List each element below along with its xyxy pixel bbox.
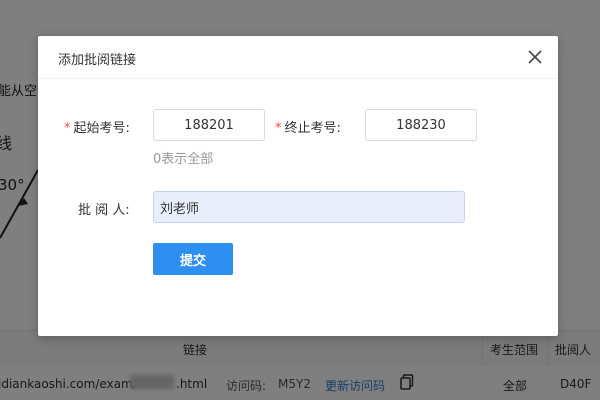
dialog-title: 添加批阅链接 bbox=[58, 53, 137, 68]
add-review-link-dialog: 添加批阅链接 *起始考号: *终止考号: 0表示全部 批 阅 人: 提交 bbox=[38, 36, 558, 336]
required-mark: * bbox=[275, 121, 282, 136]
end-number-label-text: 终止考号: bbox=[284, 121, 341, 136]
dialog-header: 添加批阅链接 bbox=[38, 36, 558, 79]
start-number-label: * 起始考号: bbox=[64, 117, 130, 136]
end-number-input[interactable] bbox=[365, 109, 477, 141]
reviewer-label: 批 阅 人: bbox=[78, 203, 130, 218]
end-number-label: * 终止考号: bbox=[275, 117, 341, 136]
start-number-label-text: 起始考号: bbox=[73, 121, 130, 136]
start-number-input[interactable] bbox=[153, 109, 265, 141]
reviewer-input[interactable] bbox=[153, 191, 465, 223]
range-hint: 0表示全部 bbox=[153, 152, 214, 167]
close-icon[interactable] bbox=[526, 48, 544, 66]
submit-button[interactable]: 提交 bbox=[153, 243, 233, 275]
required-mark: * bbox=[64, 121, 71, 136]
